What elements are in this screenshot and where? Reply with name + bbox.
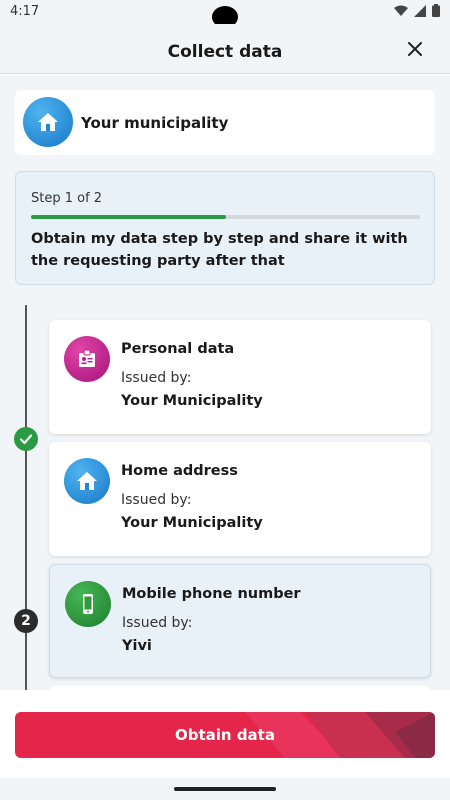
house-icon	[23, 97, 73, 147]
page-title: Collect data	[167, 42, 283, 62]
close-button[interactable]	[404, 38, 426, 60]
issued-by-label: Issued by:	[121, 370, 192, 386]
issued-by-label: Issued by:	[122, 615, 193, 631]
status-icons	[394, 4, 440, 17]
close-icon	[408, 42, 422, 56]
progress-bar	[31, 215, 420, 219]
issued-by-label: Issued by:	[121, 492, 192, 508]
obtain-data-button[interactable]: Obtain data	[15, 712, 435, 758]
header: Collect data	[0, 24, 450, 74]
battery-icon	[432, 4, 440, 17]
completed-step-badge	[14, 427, 38, 451]
status-bar: 4:17	[0, 0, 450, 28]
phone-icon	[65, 581, 111, 627]
check-icon	[19, 434, 33, 445]
progress-fill	[31, 215, 226, 219]
main-content: Your municipality Step 1 of 2 Obtain my …	[0, 75, 450, 690]
credential-card-personal-data[interactable]: Personal data Issued by: Your Municipali…	[49, 320, 431, 434]
issuer-name: Yivi	[122, 638, 152, 654]
signal-icon	[414, 4, 426, 17]
progress-box: Step 1 of 2 Obtain my data step by step …	[15, 171, 435, 285]
credential-card-mobile-phone[interactable]: Mobile phone number Issued by: Yivi	[49, 564, 431, 678]
step-description: Obtain my data step by step and share it…	[31, 231, 408, 269]
step-label: Step 1 of 2	[31, 191, 103, 206]
credential-title: Home address	[121, 463, 238, 479]
issuer-name: Your Municipality	[121, 515, 263, 531]
obtain-data-label: Obtain data	[175, 726, 275, 744]
municipality-label: Your municipality	[81, 114, 229, 132]
wifi-icon	[394, 5, 408, 16]
navigation-bar	[0, 778, 450, 800]
credential-card-home-address[interactable]: Home address Issued by: Your Municipalit…	[49, 442, 431, 556]
credential-title: Mobile phone number	[122, 586, 301, 602]
bottom-action-bar: Obtain data	[0, 690, 450, 778]
credential-title: Personal data	[121, 341, 235, 357]
home-gesture-bar[interactable]	[174, 787, 276, 791]
issuer-name: Your Municipality	[121, 393, 263, 409]
house-icon	[64, 458, 110, 504]
id-badge-icon	[64, 336, 110, 382]
step-number-badge: 2	[14, 609, 38, 633]
municipality-card: Your municipality	[15, 90, 435, 155]
status-time: 4:17	[10, 4, 40, 19]
